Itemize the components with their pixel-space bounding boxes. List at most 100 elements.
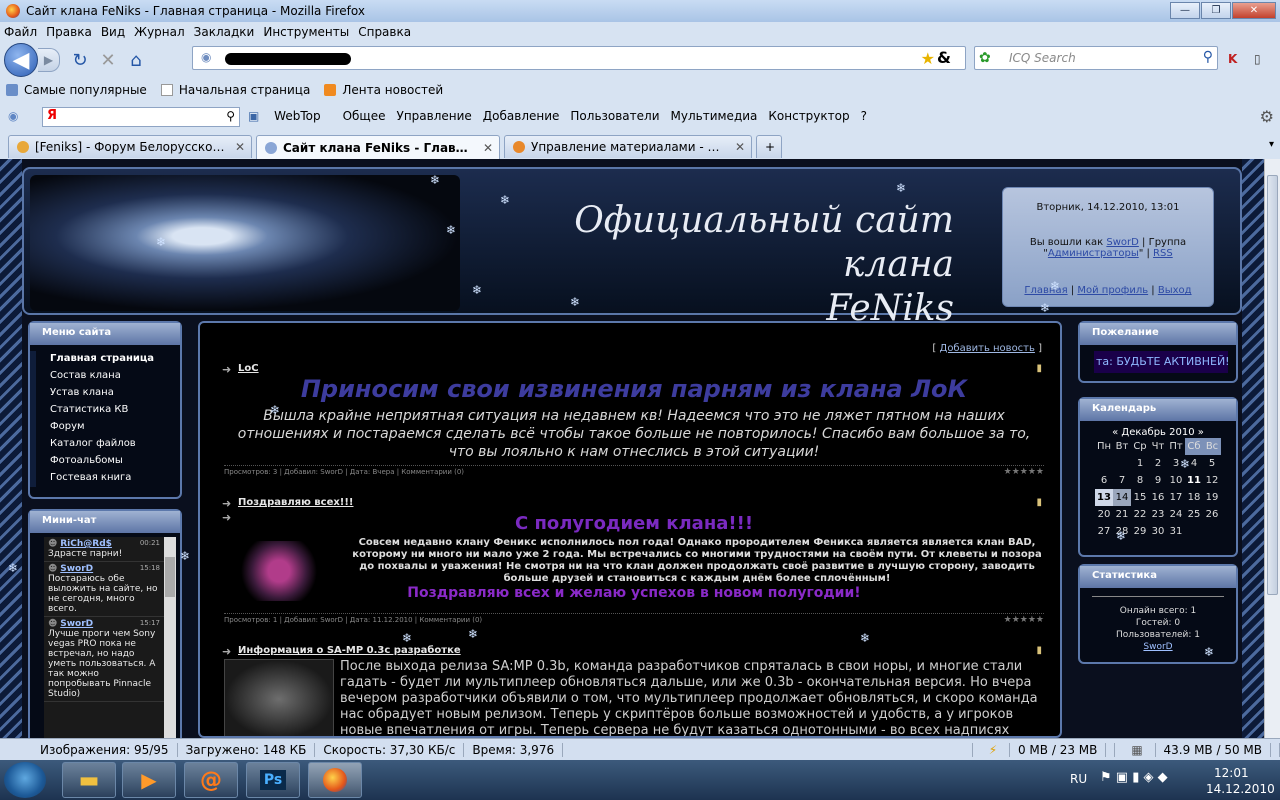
- stop-button[interactable]: ✕: [94, 46, 122, 74]
- yandex-menu-add[interactable]: Добавление: [483, 109, 560, 123]
- tab-close-icon[interactable]: ✕: [235, 140, 245, 154]
- calendar-day[interactable]: 10: [1167, 472, 1185, 489]
- username-link[interactable]: SworD: [1106, 237, 1138, 248]
- nav-profile-link[interactable]: Мой профиль: [1077, 285, 1148, 296]
- forward-button[interactable]: ▶: [38, 48, 60, 72]
- calendar-day[interactable]: 7: [1113, 472, 1131, 489]
- bookmark-most-visited[interactable]: Самые популярные: [6, 83, 147, 97]
- tab-main-page[interactable]: Сайт клана FeNiks - Главная стра...✕: [256, 135, 500, 159]
- menu-bookmarks[interactable]: Закладки: [194, 25, 255, 39]
- calendar-day[interactable]: 5: [1203, 455, 1221, 472]
- yandex-search-input[interactable]: Я ⚲: [42, 107, 240, 127]
- calendar-day[interactable]: 24: [1167, 506, 1185, 523]
- calendar-day[interactable]: 9: [1149, 472, 1167, 489]
- tab-close-icon[interactable]: ✕: [735, 140, 745, 154]
- calendar-day[interactable]: 29: [1131, 523, 1149, 540]
- menu-item-charter[interactable]: Устав клана: [30, 385, 180, 402]
- menu-file[interactable]: Файл: [4, 25, 37, 39]
- menu-history[interactable]: Журнал: [134, 25, 185, 39]
- news-title-loc[interactable]: LoC: [238, 363, 259, 374]
- calendar-day-today[interactable]: 14: [1113, 489, 1131, 506]
- taskbar-media-player[interactable]: ▶: [122, 762, 176, 798]
- nav-home-link[interactable]: Главная: [1024, 285, 1067, 296]
- reload-button[interactable]: ↻: [66, 46, 94, 74]
- group-link[interactable]: Администраторы: [1048, 248, 1139, 259]
- search-icon[interactable]: ⚲: [226, 109, 235, 123]
- menu-item-guestbook[interactable]: Гостевая книга: [30, 470, 180, 487]
- tab-list-icon[interactable]: ▾: [1269, 139, 1274, 150]
- back-button[interactable]: ◀: [4, 43, 38, 77]
- yandex-menu-multimedia[interactable]: Мультимедиа: [671, 109, 758, 123]
- bookmark-news-feed[interactable]: Лента новостей: [324, 83, 443, 97]
- calendar-day[interactable]: 12: [1203, 472, 1221, 489]
- menu-item-home[interactable]: Главная страница: [30, 351, 180, 368]
- webtop-button[interactable]: ▣ WebTop: [248, 109, 332, 123]
- url-bar[interactable]: ◉ ★ &: [192, 46, 966, 70]
- language-indicator[interactable]: RU: [1070, 772, 1087, 786]
- minichat-scrollbar[interactable]: [164, 537, 176, 738]
- menu-item-files[interactable]: Каталог файлов: [30, 436, 180, 453]
- calendar-day[interactable]: 19: [1203, 489, 1221, 506]
- edit-icon[interactable]: ▮: [1036, 645, 1042, 656]
- menu-edit[interactable]: Правка: [46, 25, 92, 39]
- calendar-month[interactable]: « Декабрь 2010 »: [1080, 427, 1236, 438]
- tray-icons[interactable]: ⚑ ▣ ▮ ◈ ◆: [1100, 770, 1168, 785]
- calendar-day[interactable]: 20: [1095, 506, 1113, 523]
- edit-icon[interactable]: ▮: [1036, 363, 1042, 374]
- nav-logout-link[interactable]: Выход: [1158, 285, 1192, 296]
- menu-help[interactable]: Справка: [358, 25, 411, 39]
- search-icon[interactable]: ⚲: [1203, 49, 1213, 65]
- calendar-day[interactable]: 25: [1185, 506, 1203, 523]
- menu-item-roster[interactable]: Состав клана: [30, 368, 180, 385]
- rating-stars[interactable]: ★★★★★: [1004, 615, 1044, 625]
- clock-date[interactable]: 14.12.2010: [1206, 782, 1275, 796]
- scrollbar-thumb[interactable]: [1267, 175, 1278, 595]
- close-button[interactable]: ✕: [1232, 2, 1276, 19]
- menu-view[interactable]: Вид: [101, 25, 125, 39]
- calendar-day[interactable]: 1: [1131, 455, 1149, 472]
- calendar-day[interactable]: 2: [1149, 455, 1167, 472]
- taskbar-mail[interactable]: @: [184, 762, 238, 798]
- tab-materials[interactable]: Управление материалами - Ново...✕: [504, 135, 752, 158]
- yandex-menu-users[interactable]: Пользователи: [570, 109, 659, 123]
- clock-time[interactable]: 12:01: [1214, 766, 1249, 780]
- calendar-day[interactable]: 26: [1203, 506, 1221, 523]
- yandex-menu-manage[interactable]: Управление: [397, 109, 472, 123]
- menu-item-forum[interactable]: Форум: [30, 419, 180, 436]
- calendar-day[interactable]: 17: [1167, 489, 1185, 506]
- menu-item-stats[interactable]: Статистика КВ: [30, 402, 180, 419]
- home-button[interactable]: ⌂: [122, 46, 150, 74]
- calendar-day[interactable]: 22: [1131, 506, 1149, 523]
- new-tab-button[interactable]: +: [756, 135, 782, 158]
- calendar-day[interactable]: 27: [1095, 523, 1113, 540]
- calendar-day[interactable]: 6: [1095, 472, 1113, 489]
- taskbar-explorer[interactable]: ▬: [62, 762, 116, 798]
- calendar-day[interactable]: 13: [1095, 489, 1113, 506]
- yandex-menu-constructor[interactable]: Конструктор: [768, 109, 849, 123]
- calendar-day[interactable]: 18: [1185, 489, 1203, 506]
- addon-page-icon[interactable]: ▯: [1254, 52, 1261, 66]
- rss-link[interactable]: RSS: [1153, 248, 1173, 259]
- calendar-day[interactable]: 11: [1185, 472, 1203, 489]
- icq-search-box[interactable]: ✿ ICQ Search ⚲: [974, 46, 1218, 70]
- gear-icon[interactable]: ⚙: [1260, 107, 1274, 126]
- calendar-day[interactable]: 8: [1131, 472, 1149, 489]
- calendar-day[interactable]: 30: [1149, 523, 1167, 540]
- calendar-day[interactable]: 31: [1167, 523, 1185, 540]
- yandex-toolbar-icon[interactable]: ◉: [8, 109, 18, 123]
- taskbar-firefox[interactable]: [308, 762, 362, 798]
- tab-forum[interactable]: [Feniks] - Форум Белорусского Иг...✕: [8, 135, 252, 158]
- add-news-link[interactable]: Добавить новость: [940, 343, 1035, 354]
- menu-item-photos[interactable]: Фотоальбомы: [30, 453, 180, 470]
- yandex-menu-help[interactable]: ?: [861, 109, 867, 123]
- bookmark-star-icon[interactable]: ★: [921, 49, 935, 68]
- start-button[interactable]: [4, 762, 46, 798]
- maximize-button[interactable]: ❐: [1201, 2, 1231, 19]
- edit-icon[interactable]: ▮: [1036, 497, 1042, 508]
- calendar-day[interactable]: 23: [1149, 506, 1167, 523]
- addon-ampersand-icon[interactable]: &: [937, 48, 951, 67]
- calendar-day[interactable]: 15: [1131, 489, 1149, 506]
- yandex-menu-general[interactable]: Общее: [343, 109, 386, 123]
- taskbar-photoshop[interactable]: Ps: [246, 762, 300, 798]
- news-title-samp[interactable]: Информация о SA-MP 0.3c разработке: [238, 645, 461, 656]
